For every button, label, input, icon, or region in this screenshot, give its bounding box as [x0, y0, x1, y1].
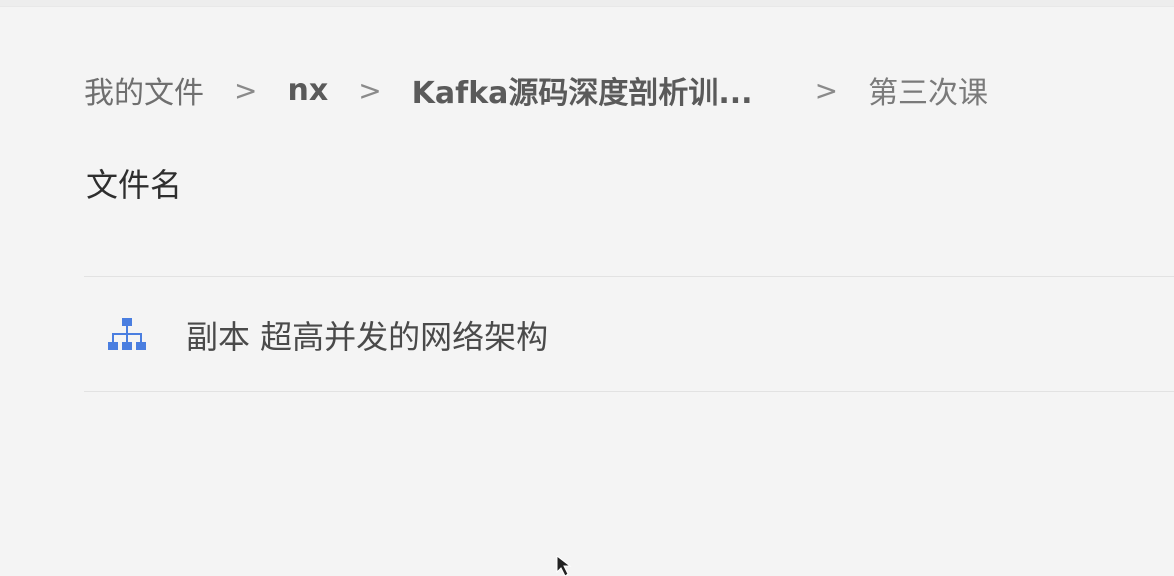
mouse-cursor-icon: [556, 556, 572, 576]
breadcrumb-my-files[interactable]: 我的文件: [84, 68, 204, 112]
row-divider: [84, 391, 1174, 392]
breadcrumb-kafka-course[interactable]: Kafka源码深度剖析训...: [412, 68, 753, 112]
breadcrumb-separator: >: [234, 73, 258, 107]
file-row[interactable]: 副本 超高并发的网络架构: [84, 278, 1174, 391]
column-header-filename[interactable]: 文件名: [86, 160, 182, 206]
breadcrumb-separator: >: [358, 73, 382, 107]
file-name[interactable]: 副本 超高并发的网络架构: [186, 312, 548, 358]
header-divider: [84, 276, 1174, 277]
breadcrumb-current-folder: 第三次课: [868, 76, 989, 111]
breadcrumb: 我的文件 > nx > Kafka源码深度剖析训... > 第三次课: [84, 68, 989, 112]
mindmap-tree-icon: [106, 314, 148, 356]
breadcrumb-nx[interactable]: nx: [287, 73, 328, 108]
top-toolbar-edge: [0, 0, 1174, 7]
breadcrumb-separator: >: [814, 73, 839, 107]
